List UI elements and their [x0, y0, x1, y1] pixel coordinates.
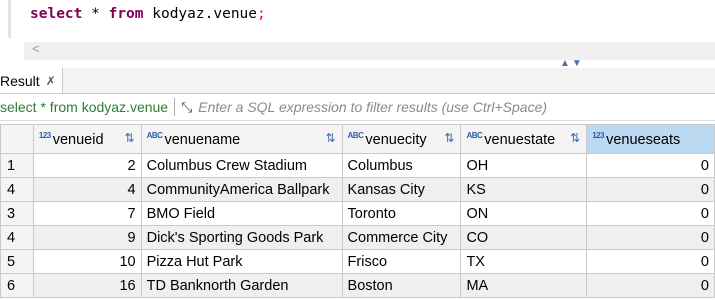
- row-number[interactable]: 6: [0, 273, 34, 298]
- table-row[interactable]: 4 4 CommunityAmerica Ballpark Kansas Cit…: [0, 177, 715, 202]
- row-number[interactable]: 5: [0, 249, 34, 274]
- grid-corner[interactable]: [0, 124, 34, 154]
- cell-venuestate[interactable]: KS: [460, 177, 588, 202]
- tab-result[interactable]: Result ✗: [0, 68, 63, 93]
- cell-venuecity[interactable]: Frisco: [341, 249, 462, 274]
- column-header-venuename[interactable]: ABC venuename ⇅: [140, 124, 343, 154]
- sql-text[interactable]: select * from kodyaz.venue;: [30, 6, 266, 22]
- column-header-label: venuename: [164, 131, 241, 148]
- table-row[interactable]: 4 9 Dick's Sporting Goods Park Commerce …: [0, 225, 715, 250]
- cell-venuecity[interactable]: Columbus: [341, 153, 462, 178]
- column-header-venuecity[interactable]: ABC venuecity ⇅: [341, 124, 462, 154]
- row-number[interactable]: 3: [0, 201, 34, 226]
- cell-venuename[interactable]: Columbus Crew Stadium: [140, 153, 343, 178]
- row-number[interactable]: 1: [0, 153, 34, 178]
- filter-input[interactable]: [198, 99, 679, 115]
- divider: [174, 98, 176, 116]
- cell-venuestate[interactable]: OH: [460, 153, 588, 178]
- cell-venueseats[interactable]: 0: [586, 177, 715, 202]
- cell-venueseats[interactable]: 0: [586, 225, 715, 250]
- cell-venueid[interactable]: 16: [32, 273, 142, 298]
- scroll-left-arrow-icon[interactable]: <: [32, 41, 40, 56]
- cell-venueseats[interactable]: 0: [586, 201, 715, 226]
- cell-venuename[interactable]: Dick's Sporting Goods Park: [140, 225, 343, 250]
- text-type-icon: ABC: [466, 130, 483, 140]
- row-number[interactable]: 4: [0, 225, 34, 250]
- numeric-type-icon: 123: [38, 130, 51, 140]
- sql-table-ref: kodyaz.venue: [143, 6, 258, 22]
- cell-venuestate[interactable]: TX: [460, 249, 588, 274]
- editor-horizontal-scrollbar[interactable]: <: [24, 41, 715, 60]
- cell-venuecity[interactable]: Commerce City: [341, 225, 462, 250]
- row-number[interactable]: 4: [0, 177, 34, 202]
- sql-semicolon: ;: [257, 6, 266, 22]
- cell-venueseats[interactable]: 0: [586, 273, 715, 298]
- cell-venuename[interactable]: TD Banknorth Garden: [140, 273, 343, 298]
- filter-bar: select * from kodyaz.venue ⤡: [0, 94, 715, 121]
- cell-venuename[interactable]: CommunityAmerica Ballpark: [140, 177, 343, 202]
- column-header-venuestate[interactable]: ABC venuestate ⇅: [460, 124, 588, 154]
- expand-icon[interactable]: ⤡: [181, 99, 192, 116]
- tab-result-label: Result: [0, 72, 40, 89]
- cell-venueid[interactable]: 2: [32, 153, 142, 178]
- column-header-label: venuestate: [484, 131, 556, 148]
- cell-venuecity[interactable]: Boston: [341, 273, 462, 298]
- column-header-venueid[interactable]: 123 venueid ⇅: [32, 124, 142, 154]
- sort-filter-icon[interactable]: ⇅: [444, 131, 454, 145]
- sort-filter-icon[interactable]: ⇅: [570, 131, 580, 145]
- cell-venuecity[interactable]: Toronto: [341, 201, 462, 226]
- column-header-venueseats[interactable]: 123 venueseats: [586, 124, 715, 154]
- close-icon[interactable]: ✗: [46, 74, 56, 88]
- cell-venuestate[interactable]: ON: [460, 201, 588, 226]
- sort-filter-icon[interactable]: ⇅: [125, 131, 135, 145]
- cell-venuestate[interactable]: CO: [460, 225, 588, 250]
- table-row[interactable]: 6 16 TD Banknorth Garden Boston MA 0: [0, 273, 715, 298]
- column-header-label: venuecity: [365, 131, 427, 148]
- cell-venuecity[interactable]: Kansas City: [341, 177, 462, 202]
- table-row[interactable]: 5 10 Pizza Hut Park Frisco TX 0: [0, 249, 715, 274]
- column-header-label: venueseats: [606, 131, 681, 148]
- cell-venueid[interactable]: 7: [32, 201, 142, 226]
- text-type-icon: ABC: [347, 130, 364, 140]
- cell-venueseats[interactable]: 0: [586, 249, 715, 274]
- results-grid: 123 venueid ⇅ ABC venuename ⇅ ABC venuecity…: [0, 124, 715, 298]
- cell-venueid[interactable]: 9: [32, 225, 142, 250]
- sort-filter-icon[interactable]: ⇅: [325, 131, 335, 145]
- editor-gutter: [8, 0, 11, 38]
- cell-venueseats[interactable]: 0: [586, 153, 715, 178]
- text-type-icon: ABC: [146, 130, 163, 140]
- header-row: 123 venueid ⇅ ABC venuename ⇅ ABC venuecity…: [0, 124, 715, 154]
- numeric-type-icon: 123: [592, 130, 605, 140]
- cell-venuename[interactable]: BMO Field: [140, 201, 343, 226]
- sql-star: *: [82, 6, 109, 22]
- cell-venueid[interactable]: 4: [32, 177, 142, 202]
- result-tab-bar: Result ✗: [0, 68, 715, 94]
- sql-keyword-select: select: [30, 6, 83, 22]
- cell-venuename[interactable]: Pizza Hut Park: [140, 249, 343, 274]
- table-row[interactable]: 3 7 BMO Field Toronto ON 0: [0, 201, 715, 226]
- cell-venuestate[interactable]: MA: [460, 273, 588, 298]
- table-row[interactable]: 1 2 Columbus Crew Stadium Columbus OH 0: [0, 153, 715, 178]
- cell-venueid[interactable]: 10: [32, 249, 142, 274]
- sql-editor[interactable]: select * from kodyaz.venue;: [0, 0, 715, 44]
- sql-keyword-from: from: [108, 6, 144, 22]
- column-header-label: venueid: [52, 131, 104, 148]
- query-label: select * from kodyaz.venue: [0, 99, 169, 115]
